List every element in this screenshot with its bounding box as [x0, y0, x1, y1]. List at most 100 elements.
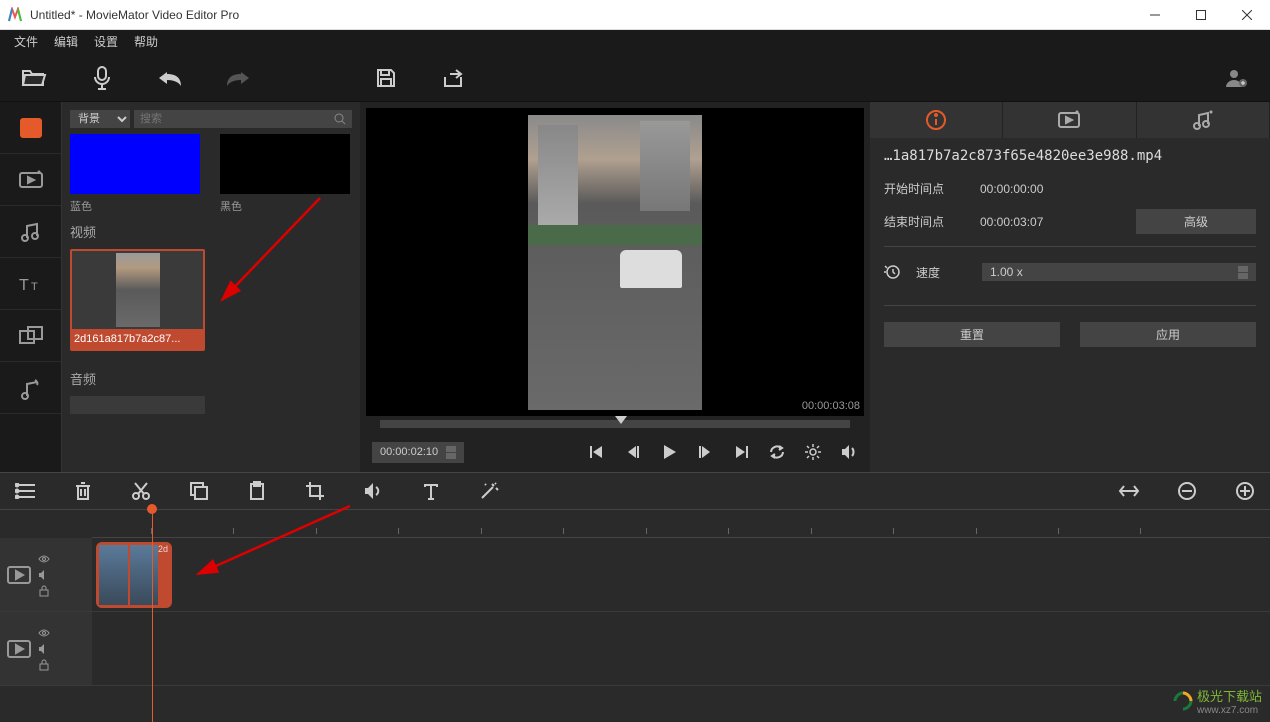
window-titlebar: Untitled* - MovieMator Video Editor Pro [0, 0, 1270, 30]
timeline-track-v1: 2d [0, 538, 1270, 612]
undo-icon[interactable] [156, 64, 184, 92]
user-add-icon[interactable] [1222, 64, 1250, 92]
track-video-icon [6, 638, 32, 660]
settings-gear-icon[interactable] [804, 443, 822, 461]
main-area: TT 背景 蓝色 黑色 视频 2d161a817b7a2c87... 音频 [0, 102, 1270, 472]
preview-scrubber[interactable] [380, 420, 850, 428]
watermark-url: www.xz7.com [1197, 705, 1262, 716]
bg-thumb-black[interactable]: 黑色 [220, 134, 350, 214]
text-tool-icon[interactable] [420, 480, 442, 502]
zoom-out-icon[interactable] [1176, 480, 1198, 502]
audio-empty-slot[interactable] [70, 396, 205, 414]
timecode-field[interactable]: 00:00:02:10 [372, 442, 464, 463]
nav-transitions[interactable] [0, 310, 61, 362]
tab-audio-fx[interactable] [1137, 102, 1270, 138]
timeline-clip[interactable]: 2d [96, 542, 172, 608]
skip-end-icon[interactable] [732, 443, 750, 461]
frame-back-icon[interactable] [624, 443, 642, 461]
speed-value: 1.00 x [990, 265, 1023, 279]
watermark-brand: 极光下载站 [1197, 686, 1262, 705]
copy-icon[interactable] [188, 480, 210, 502]
save-icon[interactable] [372, 64, 400, 92]
play-icon[interactable] [660, 443, 678, 461]
track-header[interactable] [0, 612, 92, 685]
loop-icon[interactable] [768, 443, 786, 461]
volume-icon[interactable] [840, 443, 858, 461]
start-time-label: 开始时间点 [884, 180, 964, 197]
menubar: 文件 编辑 设置 帮助 [0, 30, 1270, 54]
audio-mute-icon[interactable] [362, 480, 384, 502]
speed-history-icon [884, 264, 900, 280]
watermark-logo-icon [1173, 691, 1193, 711]
audio-section-title: 音频 [70, 369, 352, 388]
menu-settings[interactable]: 设置 [86, 30, 126, 54]
menu-help[interactable]: 帮助 [126, 30, 166, 54]
end-time-label: 结束时间点 [884, 213, 964, 230]
open-folder-icon[interactable] [20, 64, 48, 92]
track-body[interactable]: 2d [92, 538, 1270, 611]
media-panel: 背景 蓝色 黑色 视频 2d161a817b7a2c87... 音频 [62, 102, 360, 472]
tab-info[interactable] [870, 102, 1003, 138]
minimize-button[interactable] [1132, 0, 1178, 30]
advanced-button[interactable]: 高级 [1136, 209, 1256, 234]
timecode-spinner[interactable] [446, 446, 456, 459]
tab-video-fx[interactable] [1003, 102, 1136, 138]
clip-name-label: 2d161a817b7a2c87... [72, 329, 203, 349]
top-toolbar [0, 54, 1270, 102]
timeline: 2d [0, 510, 1270, 722]
apply-button[interactable]: 应用 [1080, 322, 1256, 347]
microphone-icon[interactable] [88, 64, 116, 92]
reset-button[interactable]: 重置 [884, 322, 1060, 347]
maximize-button[interactable] [1178, 0, 1224, 30]
start-time-value: 00:00:00:00 [980, 182, 1090, 196]
media-filter-select[interactable]: 背景 [70, 110, 130, 128]
media-search-input[interactable] [134, 110, 352, 128]
app-logo-icon [8, 7, 24, 23]
fit-zoom-icon[interactable] [1118, 480, 1140, 502]
crop-icon[interactable] [304, 480, 326, 502]
media-video-clip[interactable]: 2d161a817b7a2c87... [70, 249, 205, 351]
track-audible-icon[interactable] [38, 569, 50, 581]
bg-label: 蓝色 [70, 198, 200, 214]
nav-video-effects[interactable] [0, 154, 61, 206]
menu-edit[interactable]: 编辑 [46, 30, 86, 54]
timecode-value: 00:00:02:10 [380, 446, 438, 458]
bg-thumb-blue[interactable]: 蓝色 [70, 134, 200, 214]
nav-filters[interactable] [0, 362, 61, 414]
close-button[interactable] [1224, 0, 1270, 30]
track-lock-icon[interactable] [38, 659, 50, 671]
nav-media-library[interactable] [0, 102, 61, 154]
magic-wand-icon[interactable] [478, 480, 500, 502]
timeline-track-v2 [0, 612, 1270, 686]
side-nav: TT [0, 102, 62, 472]
bg-label: 黑色 [220, 198, 350, 214]
redo-icon[interactable] [224, 64, 252, 92]
zoom-in-icon[interactable] [1234, 480, 1256, 502]
track-visible-icon[interactable] [38, 553, 50, 565]
paste-icon[interactable] [246, 480, 268, 502]
nav-audio[interactable] [0, 206, 61, 258]
timeline-playhead[interactable] [152, 510, 153, 722]
export-icon[interactable] [440, 64, 468, 92]
track-lock-icon[interactable] [38, 585, 50, 597]
svg-text:T: T [31, 281, 38, 293]
nav-text[interactable]: TT [0, 258, 61, 310]
preview-canvas[interactable] [366, 108, 864, 416]
scrub-playhead-icon[interactable] [615, 416, 627, 424]
cut-scissors-icon[interactable] [130, 480, 152, 502]
properties-panel: …1a817b7a2c873f65e4820ee3e988.mp4 开始时间点 … [870, 102, 1270, 472]
preview-frame [528, 115, 702, 410]
track-header[interactable] [0, 538, 92, 611]
frame-forward-icon[interactable] [696, 443, 714, 461]
menu-file[interactable]: 文件 [6, 30, 46, 54]
skip-start-icon[interactable] [588, 443, 606, 461]
delete-icon[interactable] [72, 480, 94, 502]
timeline-menu-icon[interactable] [14, 480, 36, 502]
track-audible-icon[interactable] [38, 643, 50, 655]
speed-field[interactable]: 1.00 x [982, 263, 1256, 281]
track-body[interactable] [92, 612, 1270, 685]
timeline-ruler[interactable] [92, 510, 1270, 538]
window-title: Untitled* - MovieMator Video Editor Pro [30, 8, 1132, 22]
speed-spinner[interactable] [1238, 266, 1248, 279]
track-visible-icon[interactable] [38, 627, 50, 639]
